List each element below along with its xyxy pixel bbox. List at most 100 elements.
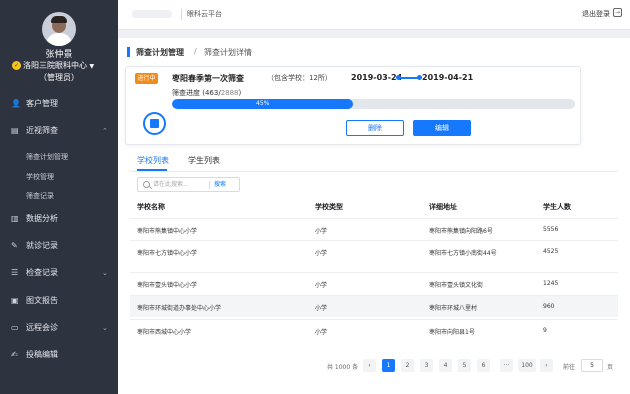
divider [209, 181, 210, 189]
brand-name: 眼科云平台 [187, 10, 222, 18]
date-range-line [396, 75, 422, 80]
tab-student-list[interactable]: 学生列表 [188, 156, 220, 166]
goto-page-input[interactable]: 5 [581, 359, 603, 372]
user-name: 张仲景 [45, 50, 73, 60]
cell-address: 枣阳市向阳县1号 [429, 329, 475, 336]
sidebar: 张仲景 ✓ 洛阳三院眼科中心 ▼ （管理员） 👤 客户管理 ▤ 近视筛查 ⌃ 筛查… [0, 0, 118, 394]
users-icon: 👤 [11, 99, 21, 108]
delete-button[interactable]: 删除 [346, 120, 404, 136]
cell-school-type: 小学 [315, 250, 328, 257]
main-content: 筛查计划管理 / 筛查计划详情 进行中 枣阳春季第一次筛查 （包含学校：12所）… [118, 38, 630, 394]
plan-end-date: 2019-04-21 [422, 73, 474, 82]
chevron-down-icon: ▼ [89, 63, 95, 70]
pagination-page-1[interactable]: 1 [382, 359, 395, 372]
cell-school-type: 小学 [315, 228, 328, 235]
pagination-page-6[interactable]: 6 [477, 359, 490, 372]
cell-school-name: 枣阳市环城街道办事处中心小学 [137, 305, 222, 312]
chevron-down-icon: ⌄ [102, 269, 108, 277]
pagination-page-100[interactable]: 100 [518, 359, 536, 372]
breadcrumb-plan-management[interactable]: 筛查计划管理 [136, 47, 184, 58]
cell-school-name: 枣阳市七方镇中心小学 [137, 250, 198, 257]
menu-item-image-reports[interactable]: ▣ 图文报告 [0, 291, 118, 311]
menu-item-label: 就诊记录 [26, 241, 58, 250]
progress-bar: 45% [172, 99, 575, 109]
menu-item-data-analysis[interactable]: ▥ 数据分析 [0, 209, 118, 229]
tabs-divider [130, 171, 618, 172]
menu-item-label: 图文报告 [26, 296, 58, 305]
pagination-page-3[interactable]: 3 [420, 359, 433, 372]
plan-start-date: 2019-03-24 [351, 73, 403, 82]
monitor-icon: ▭ [11, 323, 19, 332]
avatar[interactable] [42, 12, 76, 46]
table-row[interactable]: 枣阳市熊集镇中心小学 小学 枣阳市熊集镇向阳路6号 5556 [130, 218, 618, 240]
menu-item-customers[interactable]: 👤 客户管理 [0, 94, 118, 114]
search-icon [143, 181, 150, 188]
pagination-page-2[interactable]: 2 [401, 359, 414, 372]
menu-item-label: 近视筛查 [26, 126, 58, 135]
search-input[interactable] [153, 179, 208, 190]
goto-label: 前往 [563, 364, 576, 371]
pagination-total: 共 1000 条 [327, 364, 359, 371]
pagination-prev-button[interactable]: ‹ [363, 359, 376, 372]
cell-student-count: 4525 [543, 248, 559, 255]
cell-address: 枣阳市熊集镇向阳路6号 [429, 228, 493, 235]
cell-student-count: 5556 [543, 226, 559, 233]
breadcrumb-marker [127, 47, 130, 57]
cell-student-count: 9 [543, 327, 547, 334]
logout-button[interactable]: 退出登录 [582, 9, 610, 19]
cell-school-name: 枣阳市西城中心小学 [137, 329, 192, 336]
goto-suffix: 页 [607, 364, 614, 371]
table-row[interactable]: 枣阳市壹头镇中心小学 小学 枣阳市壹头镇文化街 1245 [130, 272, 618, 294]
stop-plan-button[interactable] [143, 112, 166, 135]
user-role: （管理员） [39, 73, 79, 82]
menu-item-submission-editing[interactable]: ✍ 投稿编辑 [0, 345, 118, 365]
plan-summary-card: 进行中 枣阳春季第一次筛查 （包含学校：12所） 2019-03-24 2019… [125, 66, 581, 145]
submenu-item-plan-management[interactable]: 筛查计划管理 [26, 152, 68, 162]
logout-icon[interactable]: → [613, 8, 622, 17]
cell-student-count: 1245 [543, 280, 559, 287]
menu-item-remote-consultation[interactable]: ▭ 远程会诊 ⌄ [0, 318, 118, 338]
submenu-item-school-management[interactable]: 学校管理 [26, 172, 54, 182]
menu-item-myopia-screening[interactable]: ▤ 近视筛查 ⌃ [0, 121, 118, 141]
progress-label-close: ) [238, 89, 242, 97]
cell-student-count: 960 [543, 303, 555, 310]
chevron-down-icon: ⌄ [102, 324, 108, 332]
menu-item-visit-records[interactable]: ✎ 就诊记录 [0, 236, 118, 256]
progress-label: 筛查进度 (463/2888) [172, 88, 241, 98]
pagination-ellipsis[interactable]: ··· [500, 359, 513, 372]
menu-item-label: 客户管理 [26, 99, 58, 108]
menu-item-label: 数据分析 [26, 214, 58, 223]
menu-item-label: 检查记录 [26, 268, 58, 277]
user-org-selector[interactable]: ✓ 洛阳三院眼科中心 ▼ [12, 60, 112, 71]
plan-title: 枣阳春季第一次筛查 [172, 74, 244, 83]
column-header-address: 详细地址 [429, 203, 457, 211]
breadcrumb-separator: / [194, 47, 197, 56]
document-icon: ▤ [11, 126, 19, 135]
plan-school-count: （包含学校：12所） [267, 74, 332, 82]
cell-school-type: 小学 [315, 329, 328, 336]
bar-chart-icon: ▥ [11, 214, 19, 223]
topbar: 眼科云平台 退出登录 → [118, 0, 630, 30]
table-row[interactable]: 枣阳市环城街道办事处中心小学 小学 枣阳市环城八里村 960 [130, 295, 618, 317]
table-row[interactable]: 枣阳市七方镇中心小学 小学 枣阳市七方镇小南街44号 4525 [130, 240, 618, 262]
cell-school-type: 小学 [315, 305, 328, 312]
pen-icon: ✍ [11, 350, 18, 359]
pagination-next-button[interactable]: › [540, 359, 553, 372]
table-row[interactable]: 枣阳市西城中心小学 小学 枣阳市向阳县1号 9 [130, 319, 618, 341]
tab-school-list[interactable]: 学校列表 [137, 156, 169, 166]
menu-item-label: 远程会诊 [26, 323, 58, 332]
cell-address: 枣阳市七方镇小南街44号 [429, 250, 497, 257]
checklist-icon: ☰ [11, 268, 19, 277]
brand-logo [132, 10, 172, 18]
column-header-school-name: 学校名称 [137, 203, 165, 211]
chevron-up-icon: ⌃ [102, 127, 108, 135]
pagination-page-4[interactable]: 4 [439, 359, 452, 372]
search-button[interactable]: 搜索 [214, 180, 226, 190]
pagination-page-5[interactable]: 5 [458, 359, 471, 372]
progress-percent: 45% [256, 100, 270, 107]
menu-item-exam-records[interactable]: ☰ 检查记录 ⌄ [0, 263, 118, 283]
cell-school-name: 枣阳市壹头镇中心小学 [137, 282, 198, 289]
divider [181, 9, 182, 20]
submenu-item-screening-records[interactable]: 筛查记录 [26, 191, 54, 201]
edit-button[interactable]: 编辑 [413, 120, 471, 136]
